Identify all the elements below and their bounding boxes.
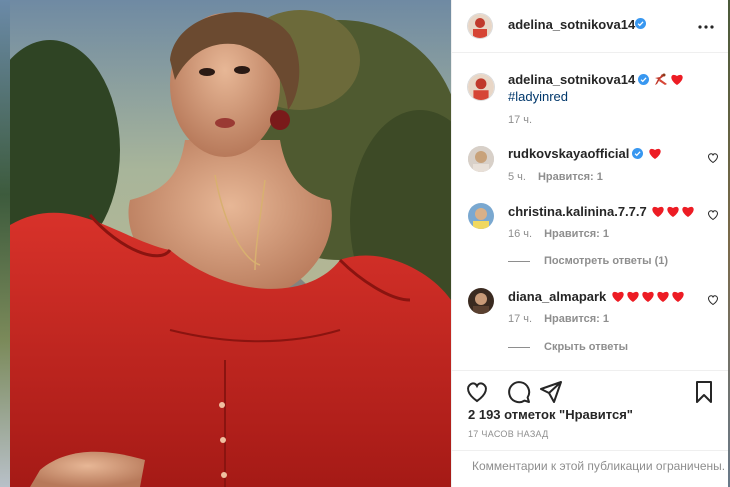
comment-emojis <box>650 204 695 219</box>
dancer-emoji-icon <box>654 73 667 85</box>
caption-emojis <box>653 72 684 87</box>
caption-hashtag[interactable]: #ladyinred <box>508 89 568 104</box>
comment-avatar-image <box>468 288 494 314</box>
heart-emoji-icon <box>667 206 680 217</box>
comment-meta: 5 ч. Нравится: 1 <box>508 171 603 183</box>
caption-avatar-image <box>468 74 494 100</box>
comment-text: diana_almapark <box>508 288 685 305</box>
author-avatar-image <box>468 14 492 38</box>
heart-emoji-icon <box>627 291 639 302</box>
comment-avatar[interactable] <box>468 203 494 229</box>
like-comment-heart-icon[interactable] <box>707 152 719 164</box>
comment-emojis <box>647 146 662 161</box>
heart-icon[interactable] <box>465 380 489 404</box>
comment-time: 17 ч. <box>508 313 533 325</box>
comment-username[interactable]: rudkovskayaofficial <box>508 146 629 161</box>
hide-replies-button[interactable]: Скрыть ответы <box>508 341 628 353</box>
caption-time: 17 ч. <box>508 114 533 126</box>
view-replies-label: Посмотреть ответы (1) <box>544 255 669 267</box>
caption-avatar[interactable] <box>468 74 494 100</box>
comment-avatar[interactable] <box>468 288 494 314</box>
post-header: adelina_sotnikova14 <box>452 0 728 53</box>
comment-text: christina.kalinina.7.7.7 <box>508 203 695 220</box>
comment-emojis <box>610 289 685 304</box>
bookmark-icon[interactable] <box>692 380 716 404</box>
replies-divider <box>508 260 530 262</box>
comments-list[interactable]: adelina_sotnikova14 #ladyinred 17 ч. rud… <box>452 53 728 370</box>
comment-meta: 16 ч. Нравится: 1 <box>508 228 609 240</box>
comment-text: rudkovskayaofficial <box>508 145 662 162</box>
comment-time: 5 ч. <box>508 171 526 183</box>
heart-emoji-icon <box>671 74 683 85</box>
comment-time: 16 ч. <box>508 228 533 240</box>
comment-likes[interactable]: Нравится: 1 <box>544 228 609 240</box>
background-left <box>0 0 10 487</box>
comment-likes[interactable]: Нравится: 1 <box>538 171 603 183</box>
likes-count[interactable]: 2 193 отметок "Нравится" <box>468 407 633 422</box>
author-username[interactable]: adelina_sotnikova14 <box>508 17 635 32</box>
like-comment-heart-icon[interactable] <box>707 209 719 221</box>
comment-avatar[interactable] <box>468 146 494 172</box>
comment-username[interactable]: diana_almapark <box>508 289 606 304</box>
heart-emoji-icon <box>657 291 669 302</box>
photo-image <box>10 0 451 487</box>
share-icon[interactable] <box>539 380 563 404</box>
verified-badge-icon <box>638 74 650 85</box>
post-time-ago: 17 ЧАСОВ НАЗАД <box>468 429 549 439</box>
heart-emoji-icon <box>682 206 695 217</box>
post-photo[interactable] <box>10 0 451 487</box>
comment-likes[interactable]: Нравится: 1 <box>544 313 609 325</box>
caption: adelina_sotnikova14 #ladyinred <box>508 71 684 105</box>
verified-badge-icon <box>632 148 644 159</box>
author-avatar[interactable] <box>468 14 492 38</box>
caption-username[interactable]: adelina_sotnikova14 <box>508 72 635 87</box>
comment-avatar-image <box>468 146 494 172</box>
comment-icon[interactable] <box>507 380 531 404</box>
comment-username[interactable]: christina.kalinina.7.7.7 <box>508 204 647 219</box>
heart-emoji-icon <box>672 291 684 302</box>
post-sidebar: adelina_sotnikova14 adelina_sotnikova14 … <box>451 0 728 487</box>
view-replies-button[interactable]: Посмотреть ответы (1) <box>508 255 668 267</box>
comment-meta: 17 ч. Нравится: 1 <box>508 313 609 325</box>
heart-emoji-icon <box>649 148 661 159</box>
like-comment-heart-icon[interactable] <box>707 294 719 306</box>
replies-divider <box>508 346 530 348</box>
post-modal: adelina_sotnikova14 adelina_sotnikova14 … <box>10 0 728 487</box>
more-options-icon[interactable] <box>696 17 716 37</box>
hide-replies-label: Скрыть ответы <box>544 341 628 353</box>
heart-emoji-icon <box>652 206 665 217</box>
heart-emoji-icon <box>612 291 624 302</box>
verified-badge-icon <box>635 18 646 29</box>
comment-avatar-image <box>468 203 494 229</box>
comments-limited-notice: Комментарии к этой публикации ограничены… <box>452 450 728 487</box>
heart-emoji-icon <box>642 291 654 302</box>
post-actions: 2 193 отметок "Нравится" 17 ЧАСОВ НАЗАД <box>452 370 728 451</box>
